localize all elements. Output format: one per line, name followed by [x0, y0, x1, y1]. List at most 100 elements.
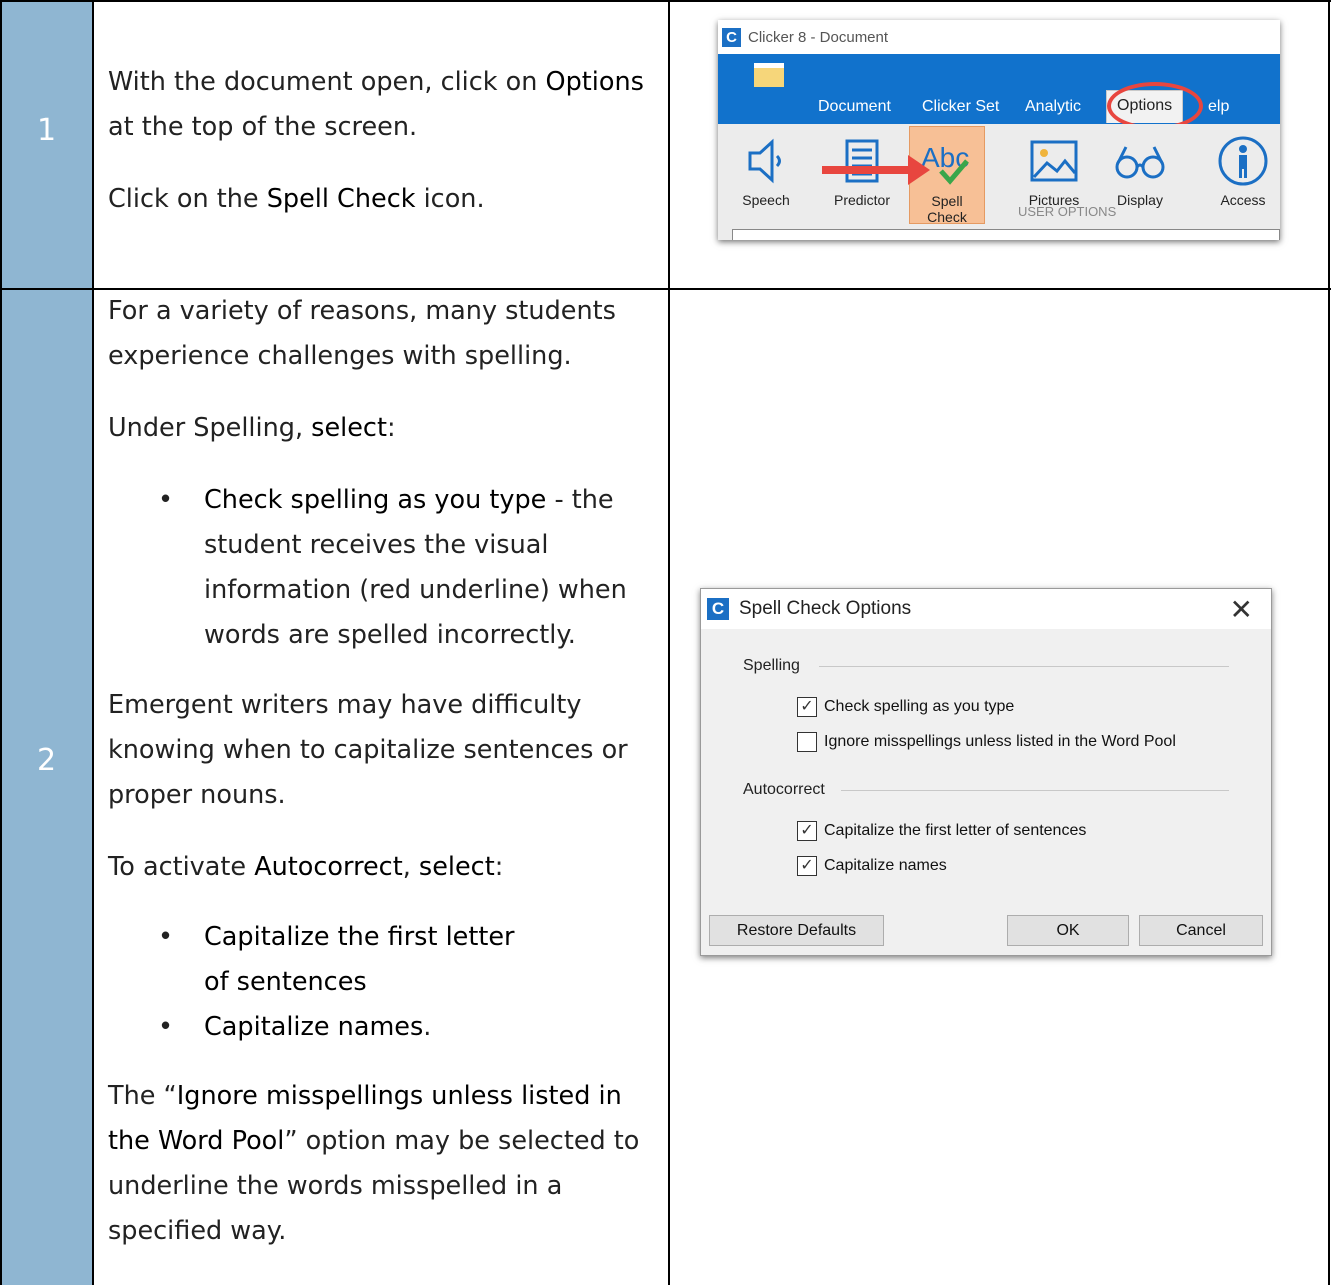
bullet-dot: •: [158, 485, 174, 515]
step-number: 2: [36, 743, 57, 778]
divider: [841, 790, 1229, 791]
display-tool[interactable]: Display: [1102, 130, 1178, 208]
tool-label: Display: [1117, 192, 1163, 208]
cancel-button[interactable]: Cancel: [1139, 915, 1263, 946]
paragraph: Click on the Spell Check icon.: [108, 177, 660, 222]
table-border: [668, 0, 670, 1285]
paragraph: With the document open, click on Options…: [108, 60, 660, 150]
bold-text: Capitalize names: [204, 1012, 424, 1042]
restore-defaults-button[interactable]: Restore Defaults: [709, 915, 884, 946]
bullet-item: • Capitalize names.: [108, 1005, 660, 1050]
option-label: Capitalize names: [824, 857, 947, 874]
close-icon[interactable]: ✕: [1230, 593, 1253, 626]
list-icon: [824, 130, 900, 192]
table-border: [0, 0, 1331, 2]
text: at the top of the screen.: [108, 112, 418, 142]
document-area[interactable]: [732, 229, 1280, 240]
bold-text: Autocorrect: [254, 852, 403, 882]
window-titlebar: C Clicker 8 - Document: [718, 20, 1280, 54]
step-text: For a variety of reasons, many students …: [108, 289, 660, 1254]
tab-document[interactable]: Document: [818, 98, 891, 116]
paragraph: For a variety of reasons, many students …: [108, 296, 616, 371]
step-number-cell: 1: [0, 0, 93, 289]
annotation-circle: [1107, 82, 1203, 130]
option-label: Capitalize the first letter of sentences: [824, 822, 1087, 839]
spell-check-options-dialog: C Spell Check Options ✕ Spelling ✓ Check…: [700, 588, 1272, 956]
check-mark-icon: ✓: [800, 698, 814, 715]
text: ,: [402, 852, 419, 882]
accessibility-icon: [1205, 130, 1280, 192]
access-tool[interactable]: Access: [1205, 130, 1280, 208]
paragraph: To activate Autocorrect, select:: [108, 845, 660, 890]
table-border: [0, 0, 2, 1285]
capitalize-first-letter-option[interactable]: ✓ Capitalize the first letter of sentenc…: [797, 821, 1086, 841]
pictures-tool[interactable]: Pictures: [1016, 130, 1092, 208]
check-mark-icon: ✓: [800, 857, 814, 874]
picture-icon: [1016, 130, 1092, 192]
bold-text: select: [418, 852, 495, 882]
bold-text: select: [311, 413, 387, 443]
folder-icon[interactable]: [754, 63, 784, 87]
text: To activate: [108, 852, 255, 882]
bold-text: Spell Check: [266, 184, 416, 214]
checkbox[interactable]: ✓: [797, 697, 817, 717]
text: With the document open, click on: [108, 67, 546, 97]
dialog-titlebar: C Spell Check Options ✕: [701, 589, 1271, 629]
option-label: Check spelling as you type: [824, 698, 1015, 715]
text: Under Spelling,: [108, 413, 312, 443]
ribbon-screenshot: C Clicker 8 - Document Document Clicker …: [718, 20, 1280, 240]
step-number-cell: 2: [0, 289, 93, 1285]
ribbon-toolbar: Speech Predictor Abc Spell Check Picture…: [718, 124, 1280, 240]
checkbox[interactable]: [797, 732, 817, 752]
table-border: [1328, 0, 1330, 1285]
table-border: [0, 288, 1331, 290]
text: Click on the: [108, 184, 267, 214]
bullet-item: • Check spelling as you type - the stude…: [108, 478, 660, 658]
text: The “: [108, 1081, 177, 1111]
annotation-arrow: [822, 155, 930, 185]
instruction-table: 1 With the document open, click on Optio…: [0, 0, 1331, 1285]
tab-clicker-set[interactable]: Clicker Set: [922, 98, 999, 116]
tool-label: Access: [1220, 192, 1266, 208]
glasses-icon: [1102, 130, 1178, 192]
autocorrect-group-label: Autocorrect: [743, 781, 825, 798]
ok-button[interactable]: OK: [1007, 915, 1129, 946]
bold-text: Capitalize the first letter of sentences: [204, 922, 515, 997]
table-border: [92, 0, 94, 1285]
text: .: [423, 1012, 432, 1042]
bullet-item: • Capitalize the first letter of sentenc…: [108, 915, 660, 1005]
checkbox[interactable]: ✓: [797, 821, 817, 841]
step-text: With the document open, click on Options…: [108, 60, 660, 222]
group-label: USER OPTIONS: [1018, 204, 1117, 219]
ribbon-tab-bar: Document Clicker Set Analytic Options el…: [718, 54, 1280, 130]
paragraph: Under Spelling, select:: [108, 406, 660, 451]
text: :: [386, 413, 396, 443]
window-title: Clicker 8 - Document: [748, 28, 889, 46]
step-number: 1: [36, 113, 57, 148]
speaker-icon: [728, 130, 804, 192]
capitalize-names-option[interactable]: ✓ Capitalize names: [797, 856, 947, 876]
tab-help[interactable]: elp: [1208, 98, 1229, 116]
divider: [819, 666, 1229, 667]
text: :: [494, 852, 504, 882]
paragraph: The “Ignore misspellings unless listed i…: [108, 1074, 660, 1254]
ignore-misspellings-option[interactable]: Ignore misspellings unless listed in the…: [797, 732, 1176, 752]
bullet-dot: •: [158, 1012, 174, 1042]
bold-text: Options: [545, 67, 644, 97]
check-spelling-option[interactable]: ✓ Check spelling as you type: [797, 697, 1014, 717]
tool-label: Spell Check: [927, 193, 967, 225]
tool-label: Speech: [742, 192, 790, 208]
checkbox[interactable]: ✓: [797, 856, 817, 876]
bold-text: Check spelling as you type: [204, 485, 547, 515]
tool-label: Predictor: [833, 192, 891, 208]
check-mark-icon: ✓: [800, 822, 814, 839]
bullet-dot: •: [158, 922, 174, 952]
app-logo: C: [722, 27, 741, 47]
text: icon.: [415, 184, 485, 214]
app-logo: C: [707, 598, 729, 620]
option-label: Ignore misspellings unless listed in the…: [824, 733, 1176, 750]
dialog-title: Spell Check Options: [739, 598, 912, 619]
speech-tool[interactable]: Speech: [728, 130, 804, 208]
spelling-group-label: Spelling: [743, 657, 800, 674]
tab-analytics[interactable]: Analytic: [1025, 98, 1081, 116]
